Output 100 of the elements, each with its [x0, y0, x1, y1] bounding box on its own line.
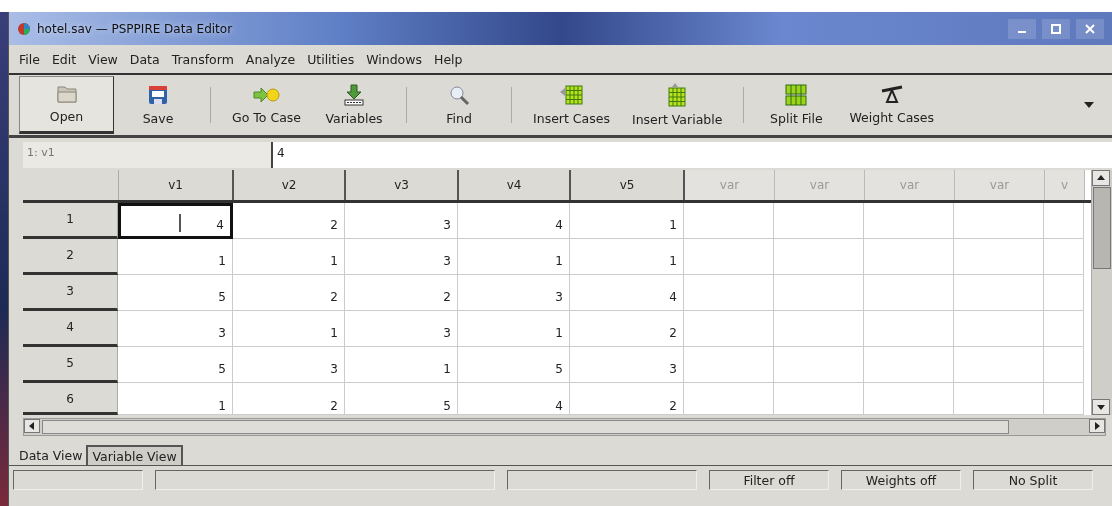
- table-cell[interactable]: 2: [233, 275, 345, 311]
- empty-cell[interactable]: [954, 383, 1044, 415]
- menu-item[interactable]: Transform: [171, 51, 234, 67]
- empty-cell[interactable]: [954, 275, 1044, 311]
- toolbar-button[interactable]: Find: [419, 76, 500, 134]
- column-header[interactable]: v2: [234, 170, 346, 200]
- row-header[interactable]: 6: [23, 383, 118, 415]
- column-header[interactable]: v4: [459, 170, 571, 200]
- table-cell[interactable]: 3: [458, 275, 570, 311]
- empty-cell[interactable]: [684, 203, 774, 239]
- empty-cell[interactable]: [954, 203, 1044, 239]
- empty-cell[interactable]: [684, 347, 774, 383]
- row-header[interactable]: 1: [23, 203, 118, 239]
- table-cell[interactable]: 3: [345, 311, 458, 347]
- table-cell[interactable]: 3: [345, 239, 458, 275]
- row-header[interactable]: 5: [23, 347, 118, 383]
- scroll-right-icon[interactable]: [1089, 419, 1105, 433]
- empty-cell[interactable]: [864, 347, 954, 383]
- toolbar-button[interactable]: Insert Variable: [622, 76, 732, 134]
- maximize-button[interactable]: [1042, 18, 1070, 39]
- cell-value-field[interactable]: 4: [273, 142, 1112, 168]
- menu-item[interactable]: Data: [129, 51, 160, 67]
- table-cell[interactable]: 4: [458, 203, 570, 239]
- table-cell[interactable]: 1: [118, 239, 233, 275]
- table-cell[interactable]: 1: [345, 347, 458, 383]
- menu-item[interactable]: Utilities: [307, 51, 355, 67]
- empty-cell[interactable]: [864, 311, 954, 347]
- table-cell[interactable]: 2: [233, 383, 345, 415]
- overflow-caret-icon[interactable]: [1084, 102, 1094, 108]
- empty-cell[interactable]: [864, 239, 954, 275]
- toolbar-button[interactable]: Split File: [756, 76, 837, 134]
- empty-cell[interactable]: [1044, 275, 1084, 311]
- table-cell[interactable]: 1: [458, 239, 570, 275]
- empty-cell[interactable]: [1044, 347, 1084, 383]
- table-cell[interactable]: 5: [458, 347, 570, 383]
- empty-cell[interactable]: [1044, 203, 1084, 239]
- view-tab[interactable]: Data View: [15, 445, 87, 465]
- toolbar-button[interactable]: Open: [19, 76, 114, 134]
- empty-cell[interactable]: [684, 383, 774, 415]
- menu-item[interactable]: Help: [434, 51, 463, 67]
- table-cell[interactable]: 1: [570, 239, 684, 275]
- empty-cell[interactable]: [774, 311, 864, 347]
- empty-cell[interactable]: [954, 347, 1044, 383]
- table-cell[interactable]: 1: [118, 383, 233, 415]
- table-cell[interactable]: 5: [118, 347, 233, 383]
- horizontal-scrollbar[interactable]: [23, 418, 1106, 436]
- menu-item[interactable]: File: [19, 51, 40, 67]
- table-cell[interactable]: 3: [570, 347, 684, 383]
- table-cell[interactable]: 1: [233, 239, 345, 275]
- empty-cell[interactable]: [864, 275, 954, 311]
- empty-cell[interactable]: [1044, 239, 1084, 275]
- table-cell[interactable]: 1: [570, 203, 684, 239]
- close-button[interactable]: [1076, 18, 1104, 39]
- toolbar-button[interactable]: Save: [118, 76, 198, 134]
- empty-cell[interactable]: [774, 383, 864, 415]
- empty-cell[interactable]: [954, 239, 1044, 275]
- column-header[interactable]: v1: [119, 170, 234, 200]
- empty-cell[interactable]: [864, 383, 954, 415]
- toolbar-button[interactable]: Variables: [314, 76, 395, 134]
- table-cell[interactable]: 2: [233, 203, 345, 239]
- empty-cell[interactable]: [954, 311, 1044, 347]
- menu-item[interactable]: Analyze: [245, 51, 296, 67]
- empty-cell[interactable]: [774, 203, 864, 239]
- empty-cell[interactable]: [774, 347, 864, 383]
- row-header[interactable]: 3: [23, 275, 118, 311]
- empty-cell[interactable]: [774, 239, 864, 275]
- column-header[interactable]: v5: [571, 170, 685, 200]
- empty-cell[interactable]: [684, 311, 774, 347]
- column-header[interactable]: v3: [346, 170, 459, 200]
- empty-cell[interactable]: [774, 275, 864, 311]
- table-cell[interactable]: 4: [118, 203, 233, 239]
- table-cell[interactable]: 1: [458, 311, 570, 347]
- menu-item[interactable]: View: [88, 51, 118, 67]
- row-header[interactable]: 2: [23, 239, 118, 275]
- view-tab[interactable]: Variable View: [86, 445, 183, 465]
- header-corner[interactable]: [23, 170, 119, 200]
- table-cell[interactable]: 4: [458, 383, 570, 415]
- table-cell[interactable]: 3: [345, 203, 458, 239]
- scroll-left-icon[interactable]: [24, 419, 40, 433]
- table-cell[interactable]: 2: [345, 275, 458, 311]
- toolbar-button[interactable]: Weight Cases: [840, 76, 944, 134]
- empty-cell[interactable]: [684, 275, 774, 311]
- table-cell[interactable]: 4: [570, 275, 684, 311]
- table-cell[interactable]: 3: [118, 311, 233, 347]
- toolbar-button[interactable]: Go To Case: [223, 76, 311, 134]
- empty-cell[interactable]: [1044, 383, 1084, 415]
- table-cell[interactable]: 1: [233, 311, 345, 347]
- row-header[interactable]: 4: [23, 311, 118, 347]
- scroll-down-icon[interactable]: [1092, 399, 1110, 415]
- toolbar-button[interactable]: Insert Cases: [524, 76, 619, 134]
- minimize-button[interactable]: [1008, 18, 1036, 39]
- table-cell[interactable]: 3: [233, 347, 345, 383]
- menu-item[interactable]: Windows: [366, 51, 422, 67]
- table-cell[interactable]: 5: [345, 383, 458, 415]
- empty-cell[interactable]: [684, 239, 774, 275]
- table-cell[interactable]: 2: [570, 311, 684, 347]
- table-cell[interactable]: 5: [118, 275, 233, 311]
- table-cell[interactable]: 2: [570, 383, 684, 415]
- vertical-scrollbar[interactable]: [1091, 170, 1112, 415]
- menu-item[interactable]: Edit: [51, 51, 77, 67]
